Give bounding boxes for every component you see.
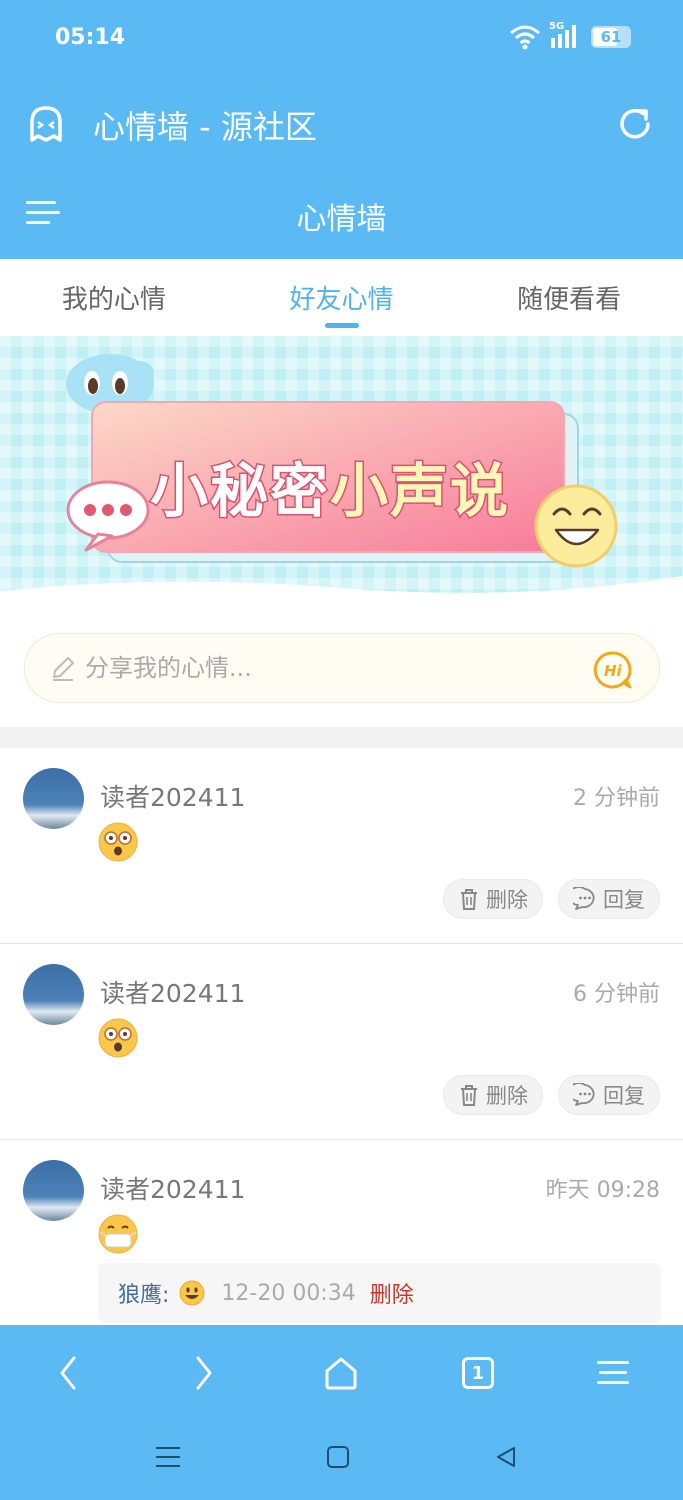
tab-count: 1	[471, 1362, 485, 1384]
reply-time: 12-20 00:34	[221, 1280, 356, 1306]
menu-button[interactable]	[586, 1345, 642, 1401]
post-list: 读者202411 2 分钟前 删除 回复 读者202411 6 分钟前 删除 回…	[0, 748, 683, 1340]
signal-icon: 5G	[549, 21, 583, 50]
post-username[interactable]: 读者202411	[100, 1170, 245, 1206]
post-time: 6 分钟前	[573, 982, 660, 1007]
reply-button[interactable]: 回复	[558, 879, 660, 919]
tab-my-mood[interactable]: 我的心情	[0, 259, 228, 336]
post-actions: 删除 回复	[443, 1075, 660, 1115]
grinning-face-icon	[179, 1280, 205, 1306]
avatar[interactable]	[23, 964, 84, 1025]
comment-icon	[573, 887, 595, 910]
post-time: 2 分钟前	[573, 786, 660, 811]
tab-random[interactable]: 随便看看	[455, 259, 683, 336]
trash-icon	[461, 1085, 477, 1106]
mood-input-area: Hi	[0, 621, 683, 727]
mood-input[interactable]	[85, 654, 555, 682]
tab-friends-mood[interactable]: 好友心情	[228, 259, 456, 336]
hi-icon[interactable]: Hi	[593, 650, 633, 690]
status-icons: 5G 61	[509, 21, 631, 50]
square-icon	[327, 1446, 349, 1468]
post-username[interactable]: 读者202411	[100, 974, 245, 1010]
post-username[interactable]: 读者202411	[100, 778, 245, 814]
system-nav	[0, 1435, 683, 1485]
browser-nav: 1	[0, 1345, 683, 1401]
recent-apps-button[interactable]	[148, 1435, 188, 1479]
home-icon	[325, 1357, 357, 1390]
delete-button[interactable]: 删除	[443, 879, 543, 919]
system-home-button[interactable]	[318, 1435, 358, 1479]
post-item: 读者202411 昨天 09:28 狼鹰: 12-20 00:34 删除	[0, 1140, 683, 1340]
wifi-icon	[510, 25, 540, 50]
post-actions: 删除 回复	[443, 879, 660, 919]
reply-label: 回复	[603, 888, 645, 912]
reply-author[interactable]: 狼鹰:	[118, 1277, 169, 1309]
reply-button[interactable]: 回复	[558, 1075, 660, 1115]
masked-face-icon	[98, 1214, 138, 1254]
home-button[interactable]	[313, 1345, 369, 1401]
tab-count-icon: 1	[462, 1357, 494, 1389]
delete-label: 删除	[486, 888, 528, 912]
surprised-face-icon	[98, 1018, 138, 1058]
avatar[interactable]	[23, 768, 84, 829]
comment-icon	[573, 1083, 595, 1106]
page-title: 心情墙	[296, 202, 387, 237]
hamburger-icon	[597, 1361, 629, 1384]
recent-apps-icon	[156, 1447, 180, 1467]
title-bar: 心情墙 - 源社区	[0, 80, 683, 170]
reply-label: 回复	[603, 1084, 645, 1108]
banner-text-left: 小秘密	[148, 456, 331, 527]
nav-bar: 心情墙	[0, 170, 683, 259]
status-bar: 05:14 5G 61	[0, 0, 683, 80]
tabs-button[interactable]: 1	[450, 1345, 506, 1401]
banner-text: 小秘密小声说	[148, 444, 511, 528]
battery-icon: 61	[591, 26, 631, 48]
app-title: 心情墙 - 源社区	[93, 108, 317, 146]
system-back-button[interactable]	[486, 1435, 526, 1479]
pencil-icon	[53, 657, 74, 681]
reply-box: 狼鹰: 12-20 00:34 删除	[98, 1263, 661, 1323]
trash-icon	[461, 889, 477, 910]
smiley-face-icon	[534, 484, 618, 568]
post-time: 昨天 09:28	[545, 1178, 660, 1203]
post-item: 读者202411 2 分钟前 删除 回复	[0, 748, 683, 944]
triangle-back-icon	[497, 1447, 515, 1467]
surprised-face-icon	[98, 822, 138, 862]
svg-text:Hi: Hi	[604, 662, 623, 680]
delete-label: 删除	[486, 1084, 528, 1108]
banner: 小秘密小声说	[0, 336, 683, 621]
post-item: 读者202411 6 分钟前 删除 回复	[0, 944, 683, 1140]
reply-delete-link[interactable]: 删除	[370, 1277, 414, 1309]
tab-bar: 我的心情 好友心情 随便看看	[0, 259, 683, 336]
battery-level: 61	[600, 28, 622, 46]
banner-text-right: 小声说	[329, 456, 511, 527]
forward-button[interactable]	[176, 1345, 232, 1401]
mood-input-box[interactable]: Hi	[24, 633, 660, 703]
ghost-app-icon	[30, 106, 62, 142]
delete-button[interactable]: 删除	[443, 1075, 543, 1115]
back-button[interactable]	[40, 1345, 96, 1401]
refresh-icon[interactable]	[615, 104, 655, 144]
chevron-left-icon	[60, 1356, 76, 1390]
status-time: 05:14	[55, 25, 126, 50]
bottom-bar: 1	[0, 1325, 683, 1500]
avatar[interactable]	[23, 1160, 84, 1221]
chevron-right-icon	[196, 1356, 212, 1390]
